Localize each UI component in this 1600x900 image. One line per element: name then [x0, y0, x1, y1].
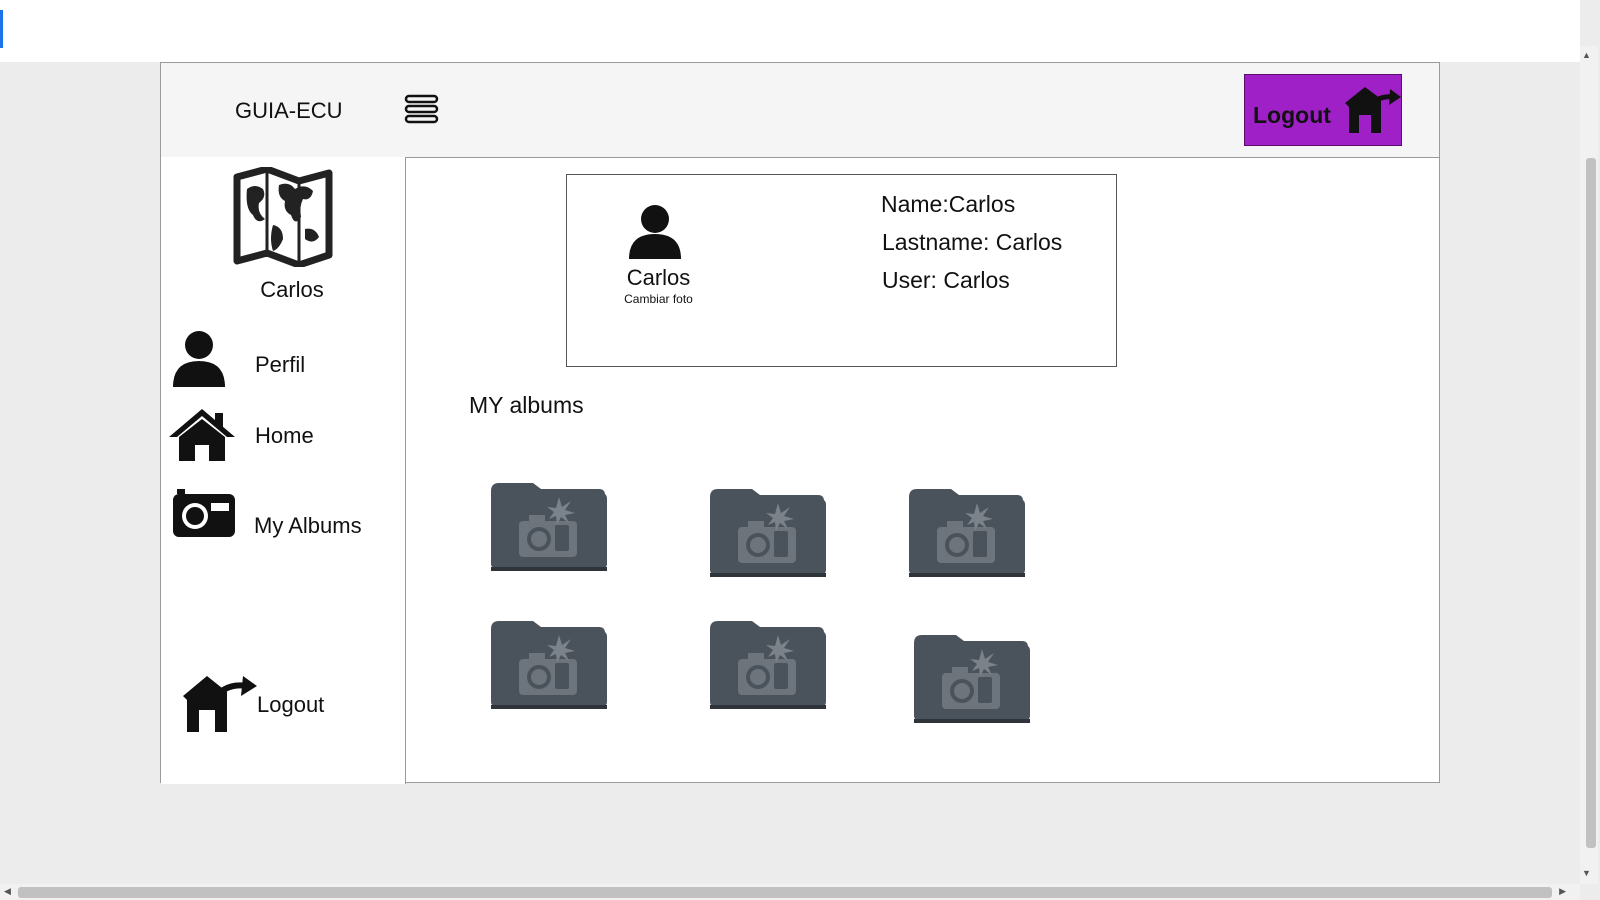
logout-button-label: Logout	[1253, 102, 1331, 128]
profile-display-name: Carlos	[626, 265, 691, 290]
camera-icon	[173, 489, 235, 542]
sidebar: Carlos Perfil Home My Albums Logout	[161, 157, 406, 784]
album-folder[interactable]	[912, 629, 1032, 729]
profile-name: Name:Carlos	[881, 191, 1016, 217]
album-folder[interactable]	[907, 483, 1027, 583]
home-icon	[169, 407, 235, 466]
app-header: GUIA-ECU Logout	[161, 63, 1439, 158]
browser-top-area	[0, 0, 1580, 62]
vertical-scroll-thumb[interactable]	[1586, 158, 1596, 848]
sidebar-item-perfil[interactable]: Perfil	[169, 329, 399, 399]
sidebar-item-label: Home	[255, 423, 314, 448]
logout-icon	[181, 672, 257, 739]
sidebar-item-logout[interactable]: Logout	[181, 672, 411, 742]
profile-avatar-icon	[627, 203, 683, 264]
world-map-logo-icon	[233, 165, 333, 272]
album-folder[interactable]	[489, 477, 609, 577]
app-frame: GUIA-ECU Logout Carlos Perfil Home My Al…	[160, 62, 1440, 784]
logout-icon	[1343, 85, 1401, 140]
photo-folder-icon	[710, 621, 826, 709]
focus-accent-bar	[0, 10, 3, 48]
album-folder[interactable]	[708, 483, 828, 583]
photo-folder-icon	[914, 635, 1030, 723]
change-photo-link[interactable]: Cambiar foto	[567, 292, 750, 306]
photo-folder-icon	[491, 621, 607, 709]
scroll-up-icon[interactable]: ▲	[1582, 50, 1591, 60]
photo-folder-icon	[710, 489, 826, 577]
photo-folder-icon	[491, 483, 607, 571]
vertical-scrollbar[interactable]: ▲ ▼	[1580, 46, 1598, 884]
albums-section-title: MY albums	[469, 392, 584, 418]
album-folder[interactable]	[489, 615, 609, 715]
profile-card: Carlos Cambiar foto Name:Carlos Lastname…	[566, 174, 1117, 367]
sidebar-item-my-albums[interactable]: My Albums	[169, 489, 399, 559]
horizontal-scroll-thumb[interactable]	[18, 887, 1552, 898]
photo-folder-icon	[909, 489, 1025, 577]
sidebar-item-home[interactable]: Home	[169, 407, 399, 477]
horizontal-scrollbar[interactable]: ◀ ▶	[0, 884, 1580, 900]
scroll-left-icon[interactable]: ◀	[4, 886, 11, 897]
logout-button[interactable]: Logout	[1244, 74, 1402, 146]
sidebar-item-label: Logout	[257, 692, 325, 717]
profile-lastname: Lastname: Carlos	[882, 229, 1063, 255]
sidebar-item-label: My Albums	[254, 513, 362, 538]
user-icon	[171, 329, 227, 392]
album-folder[interactable]	[708, 615, 828, 715]
sidebar-username: Carlos	[260, 277, 324, 302]
scroll-down-icon[interactable]: ▼	[1582, 868, 1591, 878]
scroll-right-icon[interactable]: ▶	[1559, 886, 1566, 897]
profile-user: User: Carlos	[882, 267, 1010, 293]
hamburger-menu-icon[interactable]	[404, 93, 440, 125]
sidebar-item-label: Perfil	[255, 352, 306, 377]
brand-title: GUIA-ECU	[235, 98, 343, 123]
